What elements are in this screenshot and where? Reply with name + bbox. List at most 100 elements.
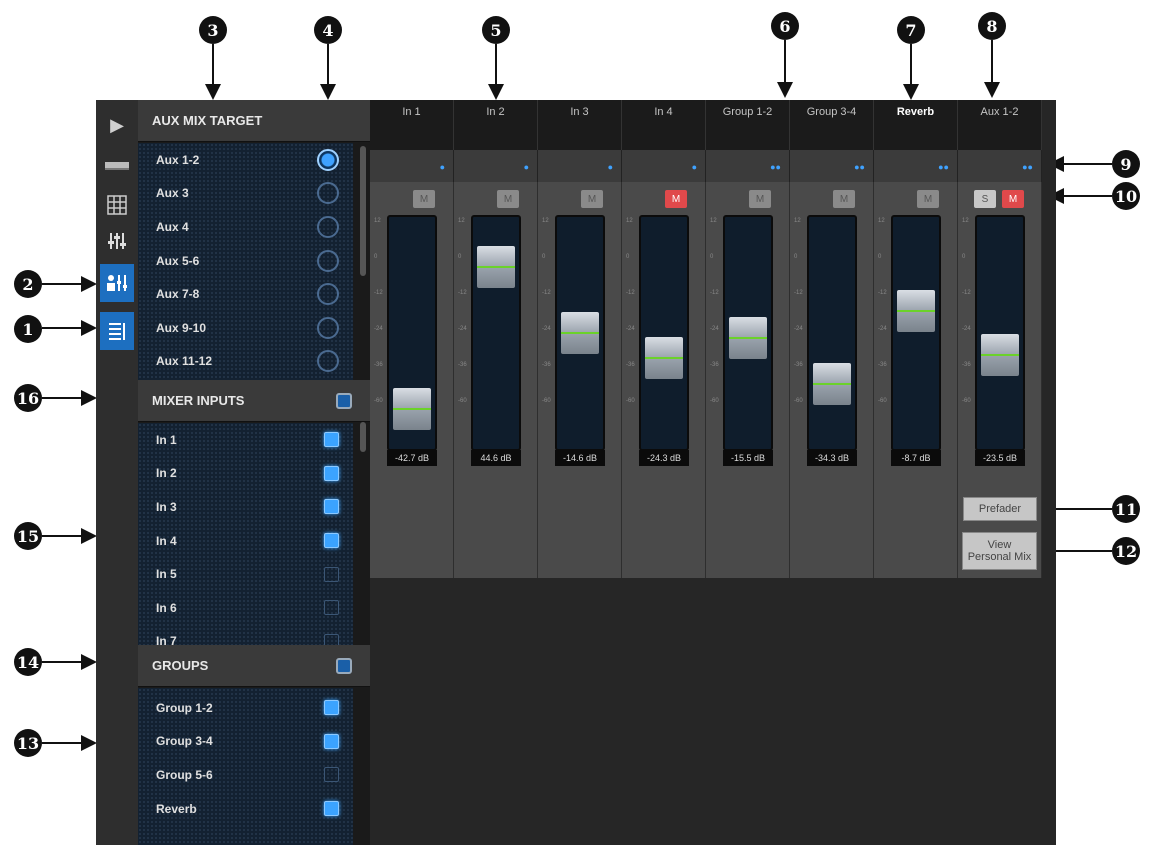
pan-control[interactable]: ● <box>454 150 538 182</box>
channel-body: M 12 0 -12 -24 -36 -60 -42.7 dB <box>370 182 454 578</box>
callout-10: 10 <box>1112 182 1140 210</box>
mute-button[interactable]: M <box>917 190 939 208</box>
mixer-inputs-scrollbar[interactable] <box>360 422 366 452</box>
aux-target-row[interactable]: Aux 3 <box>138 177 353 211</box>
pan-control[interactable]: ● <box>370 150 454 182</box>
pan-control[interactable]: ●● <box>874 150 958 182</box>
aux-target-row[interactable]: Aux 9-10 <box>138 311 353 345</box>
mixer-input-checkbox[interactable] <box>324 566 339 582</box>
aux-target-radio[interactable] <box>317 316 339 339</box>
aux-target-row[interactable]: Aux 5-6 <box>138 244 353 278</box>
fader-track[interactable] <box>975 215 1025 451</box>
device-icon[interactable] <box>100 148 134 182</box>
mixer-input-checkbox[interactable] <box>324 600 339 616</box>
mixer-input-checkbox[interactable] <box>324 533 339 549</box>
group-row[interactable]: Group 3-4 <box>138 725 353 759</box>
mixer-input-label: In 3 <box>156 499 177 514</box>
grid-icon[interactable] <box>100 188 134 222</box>
mixer-input-checkbox[interactable] <box>324 465 339 481</box>
view-personal-mix-button[interactable]: View Personal Mix <box>962 532 1037 570</box>
pan-indicator-icon: ●● <box>854 162 865 172</box>
mixer-input-checkbox[interactable] <box>324 432 339 448</box>
group-row[interactable]: Group 1-2 <box>138 691 353 725</box>
channel-name: Aux 1-2 <box>958 100 1042 150</box>
aux-target-radio[interactable] <box>317 350 339 373</box>
groups-header[interactable]: GROUPS <box>138 645 370 687</box>
fader-knob[interactable] <box>645 337 683 380</box>
pan-indicator-icon: ● <box>607 162 613 172</box>
mixer-inputs-toggle[interactable] <box>336 393 352 409</box>
fader-track[interactable] <box>807 215 857 451</box>
mixer-input-row[interactable]: In 1 <box>138 423 353 457</box>
aux-target-radio[interactable] <box>317 148 339 171</box>
mixer-input-label: In 4 <box>156 533 177 548</box>
play-triangle-icon[interactable]: ▶ <box>100 108 134 142</box>
mute-button[interactable]: M <box>833 190 855 208</box>
group-row[interactable]: Reverb <box>138 792 353 826</box>
mixer-input-row[interactable]: In 3 <box>138 490 353 524</box>
mute-button[interactable]: M <box>749 190 771 208</box>
faders-icon[interactable] <box>100 224 134 258</box>
fader-track[interactable] <box>471 215 521 451</box>
fader-track[interactable] <box>891 215 941 451</box>
mixer-inputs-header[interactable]: MIXER INPUTS <box>138 380 370 422</box>
mute-button[interactable]: M <box>1002 190 1024 208</box>
aux-target-row[interactable]: Aux 7-8 <box>138 277 353 311</box>
group-checkbox[interactable] <box>324 801 339 817</box>
mixer-input-row[interactable]: In 6 <box>138 591 353 625</box>
scale-tick: -60 <box>794 398 803 404</box>
scale-tick: -24 <box>458 326 467 332</box>
fader-track[interactable] <box>723 215 773 451</box>
prefader-button[interactable]: Prefader <box>963 497 1037 521</box>
fader-knob[interactable] <box>897 290 935 333</box>
mute-button[interactable]: M <box>497 190 519 208</box>
scale-tick: -36 <box>710 362 719 368</box>
groups-toggle[interactable] <box>336 658 352 674</box>
channel-body: M 12 0 -12 -24 -36 -60 -14.6 dB <box>538 182 622 578</box>
pan-control[interactable]: ● <box>622 150 706 182</box>
fader-knob[interactable] <box>813 362 851 405</box>
aux-target-row[interactable]: Aux 1-2 <box>138 143 353 177</box>
mixer-input-row[interactable]: In 7 <box>138 625 353 645</box>
pan-control[interactable]: ● <box>538 150 622 182</box>
pan-indicator-icon: ● <box>439 162 445 172</box>
mixer-input-checkbox[interactable] <box>324 499 339 515</box>
channel-name: Reverb <box>874 100 958 150</box>
aux-target-scrollbar[interactable] <box>360 146 366 276</box>
list-icon[interactable] <box>100 312 134 350</box>
fader-knob[interactable] <box>477 246 515 289</box>
pan-control[interactable]: ●● <box>958 150 1042 182</box>
icon-bar: ▶ <box>96 100 138 845</box>
callout-14: 14 <box>14 648 42 676</box>
pan-control[interactable]: ●● <box>790 150 874 182</box>
solo-button[interactable]: S <box>974 190 996 208</box>
fader-knob[interactable] <box>561 312 599 354</box>
scale-tick: -60 <box>458 398 467 404</box>
mute-button[interactable]: M <box>581 190 603 208</box>
fader-track[interactable] <box>555 215 605 451</box>
mute-button[interactable]: M <box>413 190 435 208</box>
mute-button[interactable]: M <box>665 190 687 208</box>
group-checkbox[interactable] <box>324 767 339 783</box>
fader-knob[interactable] <box>729 317 767 360</box>
aux-target-radio[interactable] <box>317 182 339 205</box>
mixer-input-checkbox[interactable] <box>324 633 339 645</box>
fader-knob[interactable] <box>393 388 431 431</box>
aux-target-row[interactable]: Aux 11-12 <box>138 345 353 379</box>
aux-target-radio[interactable] <box>317 283 339 306</box>
channel-name: Group 1-2 <box>706 100 790 150</box>
aux-target-row[interactable]: Aux 4 <box>138 210 353 244</box>
group-row[interactable]: Group 5-6 <box>138 758 353 792</box>
mixer-input-row[interactable]: In 2 <box>138 457 353 491</box>
fader-knob[interactable] <box>981 333 1019 376</box>
mixer-input-row[interactable]: In 4 <box>138 524 353 558</box>
aux-target-radio[interactable] <box>317 249 339 272</box>
group-checkbox[interactable] <box>324 733 339 749</box>
mixer-input-row[interactable]: In 5 <box>138 557 353 591</box>
aux-target-radio[interactable] <box>317 215 339 238</box>
fader-track[interactable] <box>639 215 689 451</box>
group-checkbox[interactable] <box>324 700 339 716</box>
aux-mix-icon[interactable] <box>100 264 134 302</box>
pan-control[interactable]: ●● <box>706 150 790 182</box>
fader-track[interactable] <box>387 215 437 451</box>
